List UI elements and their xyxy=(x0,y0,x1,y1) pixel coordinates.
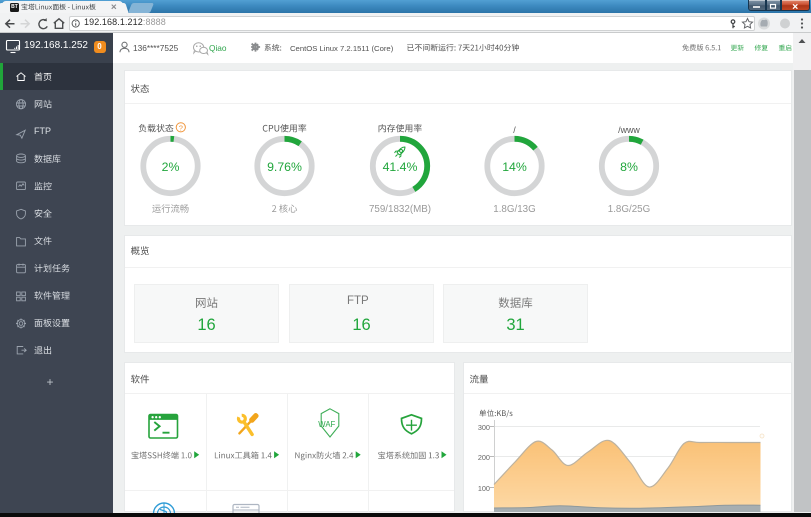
svg-text:WAF: WAF xyxy=(318,420,335,429)
svg-text:?: ? xyxy=(179,123,183,132)
